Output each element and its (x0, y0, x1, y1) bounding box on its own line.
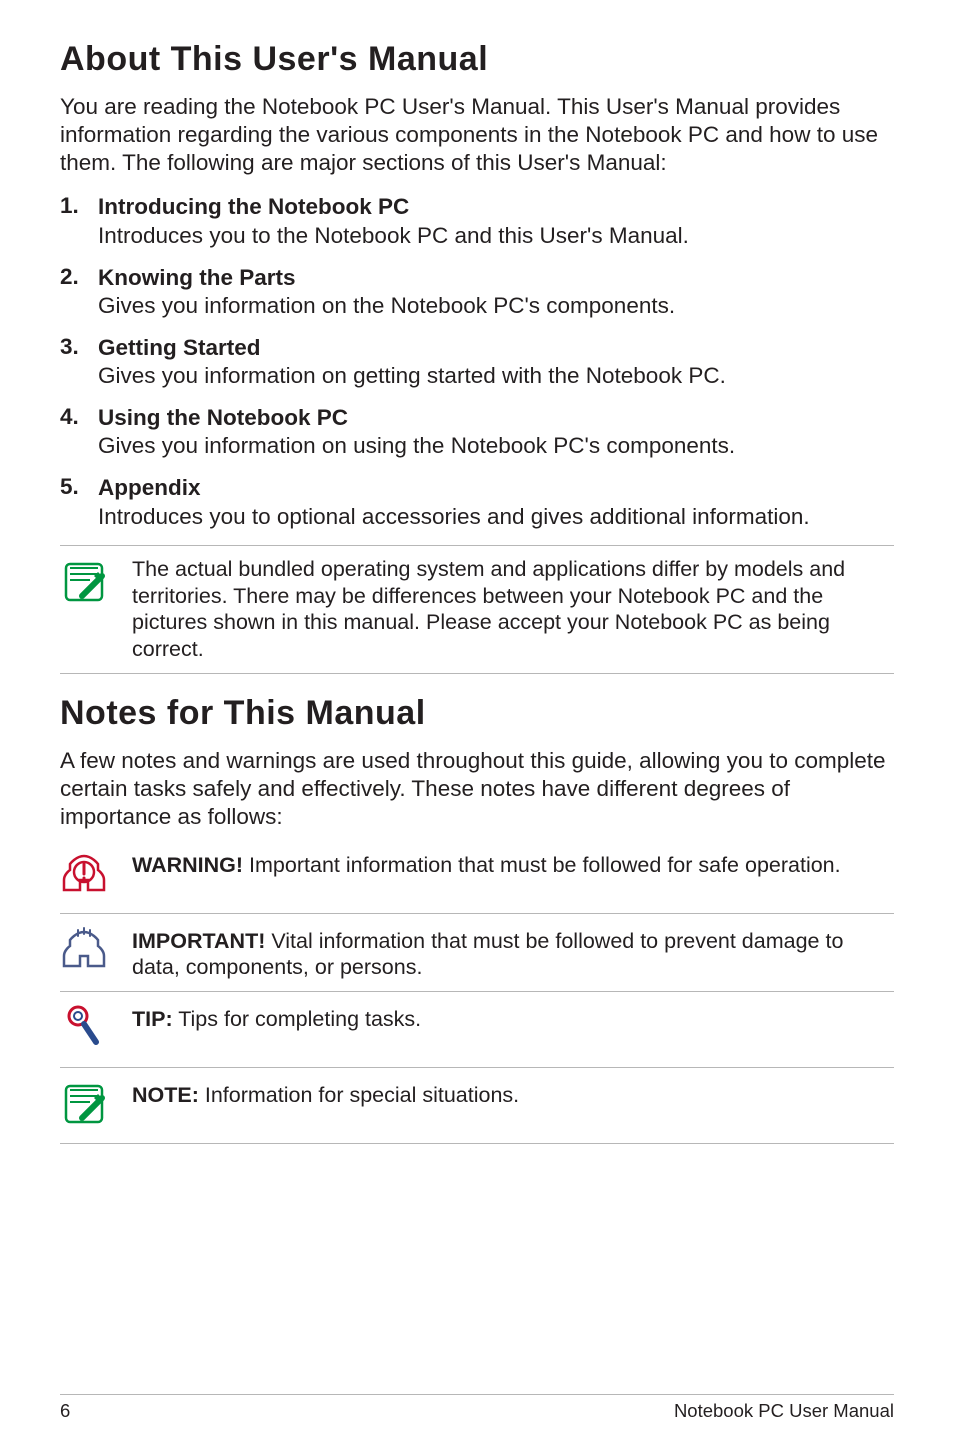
note-icon (60, 558, 108, 611)
note-text-os: The actual bundled operating system and … (132, 556, 894, 664)
item-title: Introducing the Notebook PC (98, 193, 894, 221)
item-number: 4. (60, 404, 98, 460)
item-number: 1. (60, 193, 98, 249)
important-text: IMPORTANT! Vital information that must b… (132, 924, 894, 982)
intro-notes: A few notes and warnings are used throug… (60, 747, 894, 831)
intro-about: You are reading the Notebook PC User's M… (60, 93, 894, 177)
item-title: Using the Notebook PC (98, 404, 894, 432)
item-title: Getting Started (98, 334, 894, 362)
list-item-1: 1. Introducing the Notebook PC Introduce… (60, 193, 894, 249)
heading-notes: Notes for This Manual (60, 694, 894, 733)
page-number: 6 (60, 1400, 70, 1422)
item-desc: Introduces you to optional accessories a… (98, 503, 894, 531)
warning-text: WARNING! Important information that must… (132, 848, 894, 879)
section-about-manual: About This User's Manual You are reading… (60, 40, 894, 674)
item-title: Appendix (98, 474, 894, 502)
warning-lead: WARNING! (132, 853, 243, 877)
important-lead: IMPORTANT! (132, 929, 265, 953)
heading-about: About This User's Manual (60, 40, 894, 79)
important-icon (60, 926, 108, 979)
tip-icon (60, 1004, 108, 1057)
item-number: 5. (60, 474, 98, 530)
list-item-3: 3. Getting Started Gives you information… (60, 334, 894, 390)
note-block-os: The actual bundled operating system and … (60, 545, 894, 675)
note-row-note: NOTE: Information for special situations… (60, 1067, 894, 1144)
item-title: Knowing the Parts (98, 264, 894, 292)
note-row-warning: WARNING! Important information that must… (60, 848, 894, 913)
tip-text: TIP: Tips for completing tasks. (132, 1002, 894, 1033)
list-item-5: 5. Appendix Introduces you to optional a… (60, 474, 894, 530)
note-body: Information for special situations. (199, 1083, 519, 1107)
note-row-important: IMPORTANT! Vital information that must b… (60, 913, 894, 992)
item-desc: Gives you information on getting started… (98, 362, 894, 390)
page-footer: 6 Notebook PC User Manual (60, 1394, 894, 1422)
warning-body: Important information that must be follo… (243, 853, 841, 877)
note-lead: NOTE: (132, 1083, 199, 1107)
list-item-4: 4. Using the Notebook PC Gives you infor… (60, 404, 894, 460)
item-desc: Introduces you to the Notebook PC and th… (98, 222, 894, 250)
section-notes-manual: Notes for This Manual A few notes and wa… (60, 694, 894, 1144)
item-desc: Gives you information on the Notebook PC… (98, 292, 894, 320)
footer-title: Notebook PC User Manual (674, 1400, 894, 1422)
note-row-tip: TIP: Tips for completing tasks. (60, 991, 894, 1067)
tip-body: Tips for completing tasks. (173, 1007, 422, 1031)
note-stack: WARNING! Important information that must… (60, 848, 894, 1145)
list-item-2: 2. Knowing the Parts Gives you informati… (60, 264, 894, 320)
note-text: NOTE: Information for special situations… (132, 1078, 894, 1109)
warning-icon (60, 850, 108, 903)
item-number: 3. (60, 334, 98, 390)
note-icon (60, 1080, 108, 1133)
tip-lead: TIP: (132, 1007, 173, 1031)
item-desc: Gives you information on using the Noteb… (98, 432, 894, 460)
item-number: 2. (60, 264, 98, 320)
